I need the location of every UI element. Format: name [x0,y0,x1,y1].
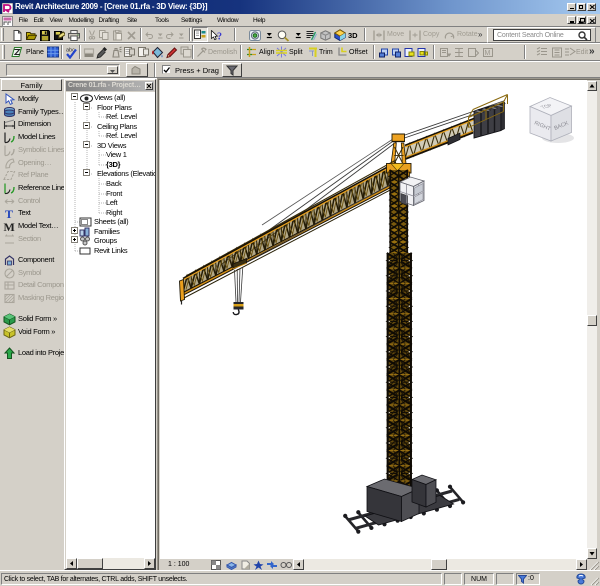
svg-text:T: T [5,207,13,220]
svg-text:?: ? [217,32,222,43]
svg-text:M: M [485,50,491,57]
svg-text:M: M [4,220,15,233]
